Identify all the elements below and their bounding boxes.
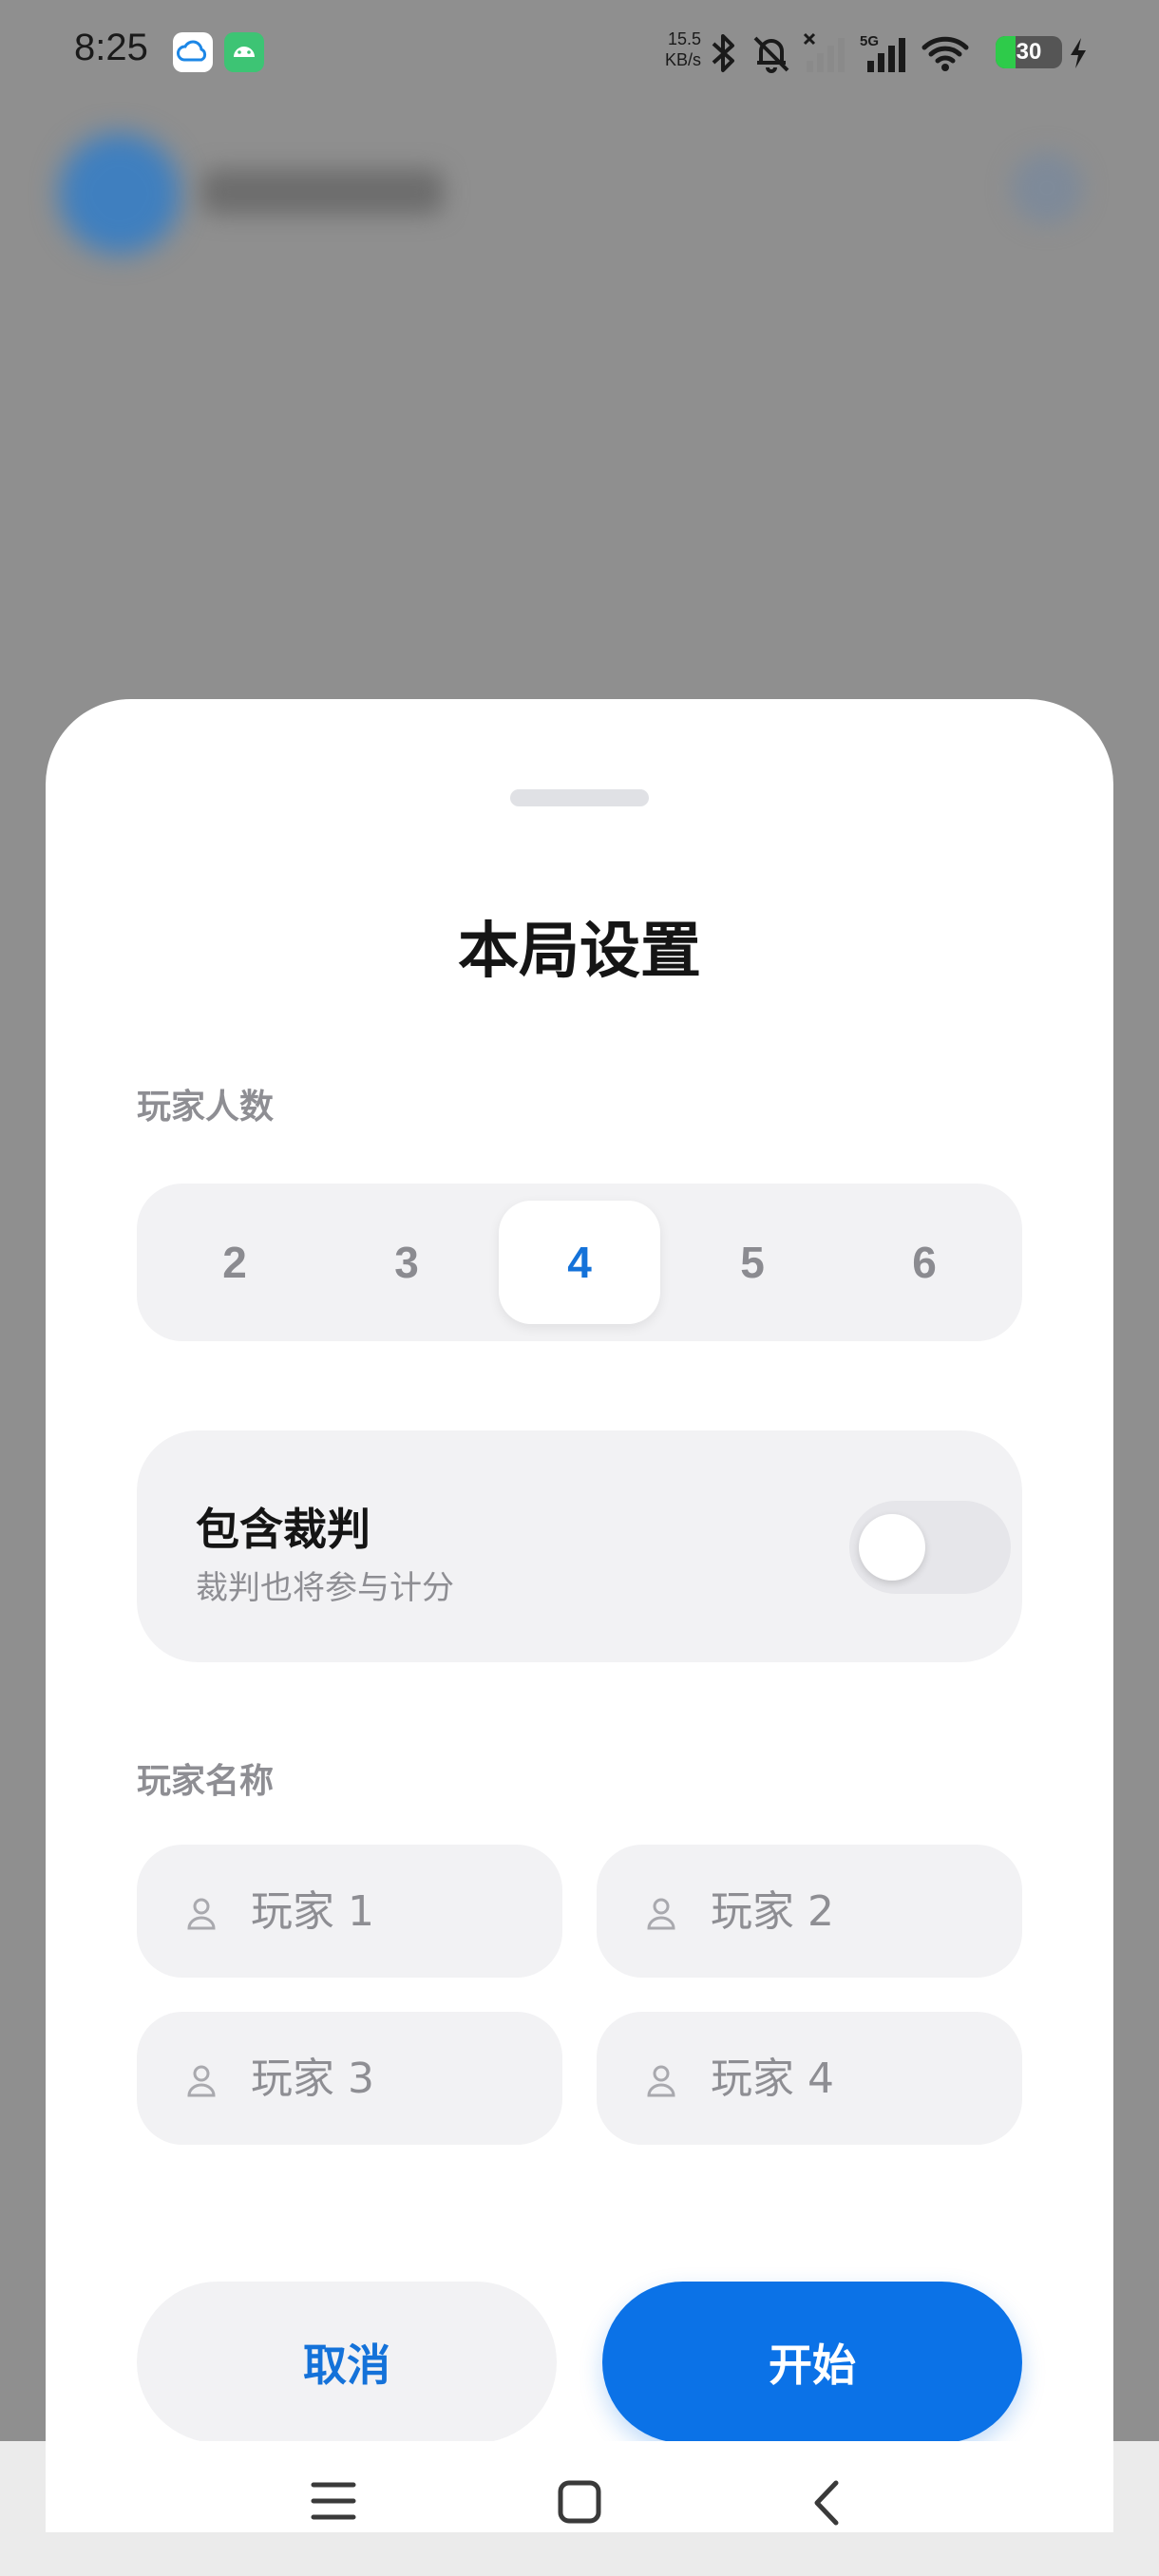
bluetooth-icon bbox=[712, 34, 734, 72]
navigation-bar bbox=[0, 2441, 1159, 2576]
player-name-input-2[interactable] bbox=[711, 1878, 996, 1944]
charging-icon bbox=[1071, 38, 1086, 68]
background-avatar bbox=[59, 133, 180, 255]
user-icon bbox=[647, 1898, 675, 1930]
drag-handle[interactable] bbox=[510, 789, 649, 806]
back-icon[interactable] bbox=[808, 2479, 846, 2527]
sheet-title: 本局设置 bbox=[458, 917, 701, 987]
status-time: 8:25 bbox=[74, 27, 148, 68]
user-icon bbox=[187, 1898, 216, 1930]
network-speed: 15.5 KB/s bbox=[664, 29, 701, 69]
player-count-label: 玩家人数 bbox=[137, 1088, 275, 1127]
referee-toggle[interactable] bbox=[849, 1501, 1011, 1594]
user-icon bbox=[647, 2065, 675, 2097]
start-button[interactable]: 开始 bbox=[602, 2282, 1022, 2443]
background-title-blurred bbox=[201, 169, 444, 215]
player-names-label: 玩家名称 bbox=[137, 1762, 275, 1801]
cancel-button[interactable]: 取消 bbox=[137, 2282, 557, 2443]
player-count-option-5[interactable]: 5 bbox=[672, 1201, 833, 1324]
home-icon[interactable] bbox=[557, 2479, 602, 2525]
signal-off-icon bbox=[803, 32, 845, 72]
battery-icon: 30 bbox=[996, 36, 1062, 68]
referee-subtitle: 裁判也将参与计分 bbox=[196, 1569, 454, 1607]
player-count-option-3[interactable]: 3 bbox=[326, 1201, 487, 1324]
bell-muted-icon bbox=[753, 36, 789, 73]
background-action-button bbox=[1011, 152, 1083, 224]
status-icons: 5G bbox=[708, 28, 970, 78]
toggle-knob bbox=[859, 1514, 925, 1581]
player-name-field-2[interactable] bbox=[597, 1845, 1022, 1978]
player-count-option-6[interactable]: 6 bbox=[844, 1201, 1005, 1324]
round-settings-sheet: 本局设置 玩家人数 2 3 4 5 6 包含裁判 裁判也将参与计分 玩家名称 取… bbox=[46, 699, 1113, 2576]
android-app-icon bbox=[224, 32, 264, 72]
status-bar: 8:25 15.5 KB/s 5G 30 bbox=[0, 0, 1159, 104]
player-name-field-1[interactable] bbox=[137, 1845, 562, 1978]
cloud-app-icon bbox=[173, 32, 213, 72]
player-count-selector: 2 3 4 5 6 bbox=[137, 1184, 1022, 1341]
svg-text:5G: 5G bbox=[860, 33, 879, 49]
player-name-input-3[interactable] bbox=[251, 2045, 536, 2112]
user-icon bbox=[187, 2065, 216, 2097]
player-name-input-4[interactable] bbox=[711, 2045, 996, 2112]
referee-title: 包含裁判 bbox=[196, 1504, 370, 1555]
player-count-option-4[interactable]: 4 bbox=[499, 1201, 660, 1324]
wifi-icon bbox=[922, 36, 969, 71]
player-name-field-3[interactable] bbox=[137, 2012, 562, 2145]
player-name-input-1[interactable] bbox=[251, 1878, 536, 1944]
menu-icon[interactable] bbox=[310, 2479, 357, 2523]
player-count-option-2[interactable]: 2 bbox=[154, 1201, 315, 1324]
referee-setting-card: 包含裁判 裁判也将参与计分 bbox=[137, 1430, 1022, 1662]
signal-5g-icon: 5G bbox=[860, 33, 905, 72]
player-name-field-4[interactable] bbox=[597, 2012, 1022, 2145]
